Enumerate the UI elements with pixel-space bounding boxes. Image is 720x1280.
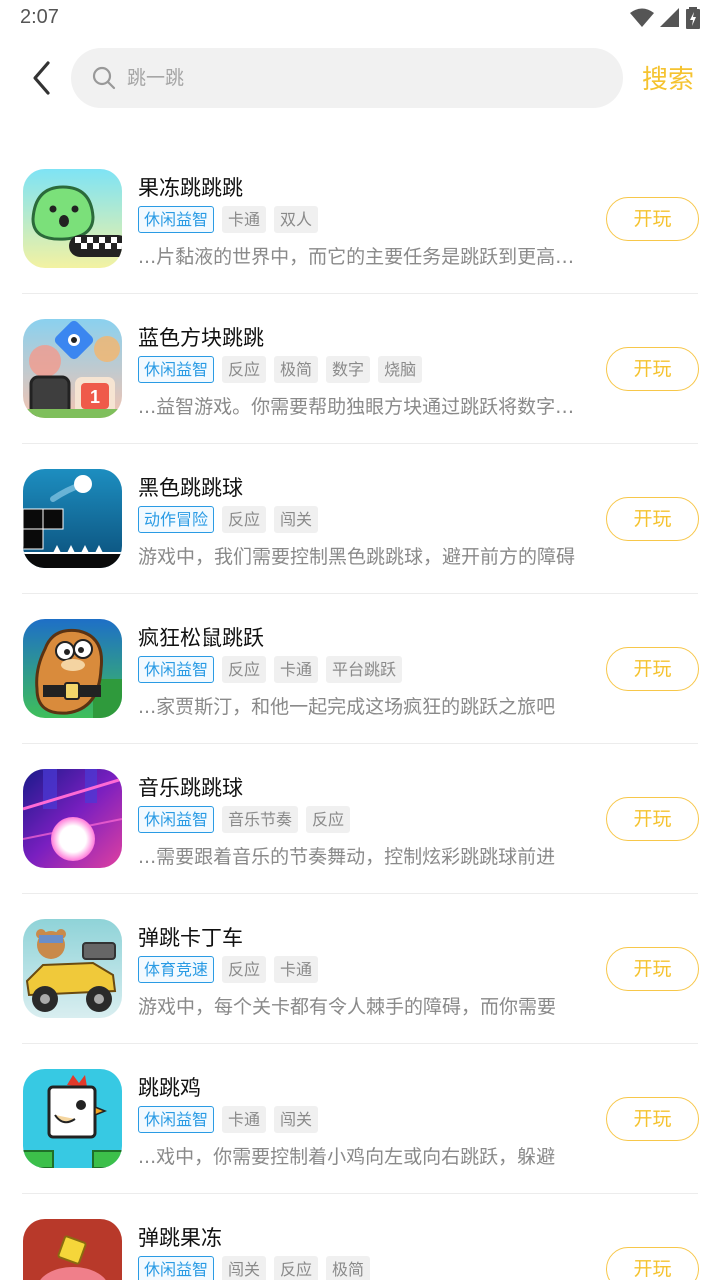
tag: 数字 — [326, 356, 371, 383]
tag-list: 动作冒险 反应 闯关 — [138, 506, 319, 533]
category-tag: 休闲益智 — [138, 1106, 215, 1133]
game-description: ...家贾斯汀，和他一起完成这场疯狂的跳跃之旅吧 — [138, 696, 556, 718]
black-bounce-ball-icon — [23, 469, 122, 568]
game-description: ...益智游戏。你需要帮助独眼方块通过跳跃将数字方块 — [138, 396, 578, 418]
play-button[interactable]: 开玩 — [606, 797, 699, 841]
list-item[interactable]: 1 蓝色方块跳跳 休闲益智 反应 极简 数字 烧脑 ...益智游戏。你需要帮助独… — [0, 294, 720, 444]
play-button[interactable]: 开玩 — [606, 947, 699, 991]
game-description: 游戏中，我们需要控制黑色跳跳球，避开前方的障碍 — [138, 546, 576, 568]
tag: 卡通 — [222, 206, 267, 233]
jelly-jump-icon — [23, 169, 122, 268]
bounce-kart-icon — [23, 919, 122, 1018]
status-time: 2:07 — [20, 6, 59, 28]
crazy-squirrel-icon — [23, 619, 122, 718]
game-title: 音乐跳跳球 — [138, 776, 243, 800]
list-item[interactable]: 疯狂松鼠跳跃 休闲益智 反应 卡通 平台跳跃 ...家贾斯汀，和他一起完成这场疯… — [0, 594, 720, 744]
list-item[interactable]: 弹跳卡丁车 体育竞速 反应 卡通 游戏中，每个关卡都有令人棘手的障碍，而你需要 … — [0, 894, 720, 1044]
category-tag: 休闲益智 — [138, 206, 215, 233]
signal-icon — [660, 8, 679, 27]
category-tag: 休闲益智 — [138, 1256, 215, 1280]
list-item[interactable]: 果冻跳跳跳 休闲益智 卡通 双人 ...片黏液的世界中，而它的主要任务是跳跃到更… — [0, 144, 720, 294]
tag: 极简 — [274, 356, 319, 383]
category-tag: 动作冒险 — [138, 506, 215, 533]
svg-text:1: 1 — [90, 387, 100, 407]
tag: 卡通 — [274, 656, 319, 683]
tag: 反应 — [274, 1256, 319, 1280]
category-tag: 休闲益智 — [138, 656, 215, 683]
jumping-chicken-icon — [23, 1069, 122, 1168]
list-item[interactable]: 弹跳果冻 休闲益智 闯关 反应 极简 开玩 — [0, 1194, 720, 1280]
game-description: ...片黏液的世界中，而它的主要任务是跳跃到更高的地方 — [138, 246, 578, 268]
tag: 反应 — [222, 506, 267, 533]
search-button[interactable]: 搜索 — [642, 59, 694, 96]
tag: 卡通 — [222, 1106, 267, 1133]
category-tag: 休闲益智 — [138, 356, 215, 383]
tag-list: 休闲益智 卡通 双人 — [138, 206, 319, 233]
tag-list: 体育竞速 反应 卡通 — [138, 956, 319, 983]
game-title: 蓝色方块跳跳 — [138, 326, 264, 350]
play-button[interactable]: 开玩 — [606, 1097, 699, 1141]
search-box[interactable] — [71, 48, 623, 108]
blue-block-jump-icon: 1 — [23, 319, 122, 418]
tag: 闯关 — [274, 1106, 319, 1133]
game-title: 黑色跳跳球 — [138, 476, 243, 500]
tag: 反应 — [222, 956, 267, 983]
game-description: ...需要跟着音乐的节奏舞动，控制炫彩跳跳球前进 — [138, 846, 556, 868]
play-button[interactable]: 开玩 — [606, 647, 699, 691]
play-button[interactable]: 开玩 — [606, 197, 699, 241]
category-tag: 体育竞速 — [138, 956, 215, 983]
chevron-left-icon — [33, 61, 50, 95]
tag-list: 休闲益智 音乐节奏 反应 — [138, 806, 351, 833]
music-bounce-ball-icon — [23, 769, 122, 868]
wifi-icon — [630, 8, 654, 27]
tag: 闯关 — [274, 506, 319, 533]
tag-list: 休闲益智 反应 卡通 平台跳跃 — [138, 656, 403, 683]
tag: 极简 — [326, 1256, 371, 1280]
game-description: ...戏中，你需要控制着小鸡向左或向右跳跃，躲避 — [138, 1146, 556, 1168]
play-button[interactable]: 开玩 — [606, 1247, 699, 1280]
list-item[interactable]: 黑色跳跳球 动作冒险 反应 闯关 游戏中，我们需要控制黑色跳跳球，避开前方的障碍… — [0, 444, 720, 594]
search-header: 搜索 — [0, 40, 720, 116]
game-title: 弹跳果冻 — [138, 1226, 222, 1250]
list-item[interactable]: 音乐跳跳球 休闲益智 音乐节奏 反应 ...需要跟着音乐的节奏舞动，控制炫彩跳跳… — [0, 744, 720, 894]
play-button[interactable]: 开玩 — [606, 347, 699, 391]
game-title: 疯狂松鼠跳跃 — [138, 626, 264, 650]
tag: 双人 — [274, 206, 319, 233]
bounce-jelly-icon — [23, 1219, 122, 1280]
status-bar: 2:07 — [0, 0, 720, 36]
tag: 闯关 — [222, 1256, 267, 1280]
game-title: 跳跳鸡 — [138, 1076, 201, 1100]
tag-list: 休闲益智 卡通 闯关 — [138, 1106, 319, 1133]
battery-icon — [686, 7, 700, 29]
game-description: 游戏中，每个关卡都有令人棘手的障碍，而你需要 — [138, 996, 557, 1018]
tag: 烧脑 — [378, 356, 423, 383]
tag: 音乐节奏 — [222, 806, 299, 833]
tag-list: 休闲益智 反应 极简 数字 烧脑 — [138, 356, 423, 383]
status-icons — [630, 6, 700, 30]
tag: 平台跳跃 — [326, 656, 403, 683]
tag: 反应 — [306, 806, 351, 833]
tag: 卡通 — [274, 956, 319, 983]
category-tag: 休闲益智 — [138, 806, 215, 833]
back-button[interactable] — [22, 56, 62, 100]
game-list: 果冻跳跳跳 休闲益智 卡通 双人 ...片黏液的世界中，而它的主要任务是跳跃到更… — [0, 144, 720, 1280]
game-title: 果冻跳跳跳 — [138, 176, 243, 200]
search-icon — [92, 66, 116, 90]
tag: 反应 — [222, 656, 267, 683]
tag: 反应 — [222, 356, 267, 383]
play-button[interactable]: 开玩 — [606, 497, 699, 541]
tag-list: 休闲益智 闯关 反应 极简 — [138, 1256, 371, 1280]
list-item[interactable]: 跳跳鸡 休闲益智 卡通 闯关 ...戏中，你需要控制着小鸡向左或向右跳跃，躲避 … — [0, 1044, 720, 1194]
search-input[interactable] — [127, 48, 607, 108]
game-title: 弹跳卡丁车 — [138, 926, 243, 950]
